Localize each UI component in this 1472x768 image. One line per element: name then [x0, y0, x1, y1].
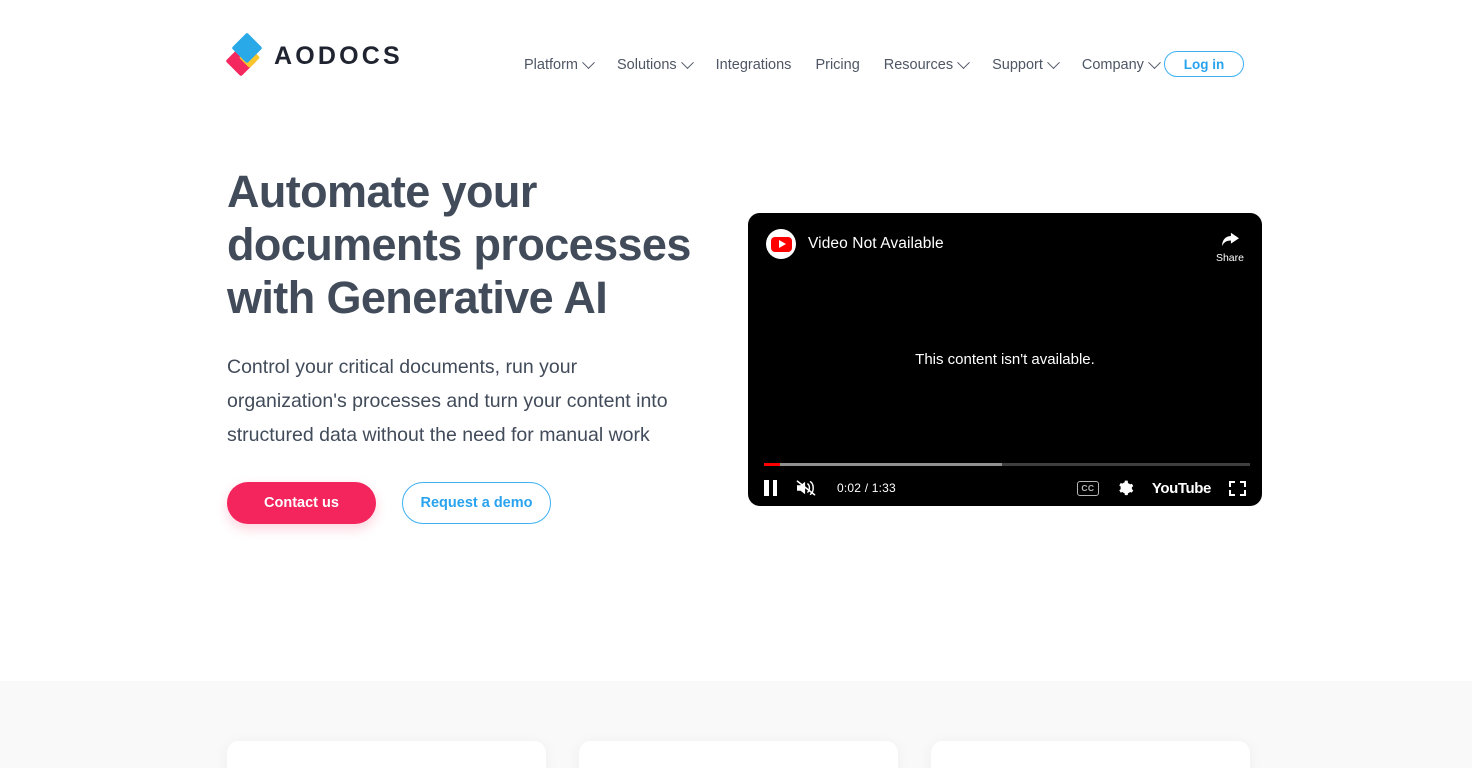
nav-item-support[interactable]: Support: [980, 52, 1070, 78]
hero-section: Automate your documents processes with G…: [0, 112, 1472, 681]
youtube-wordmark[interactable]: YouTube: [1152, 480, 1212, 497]
pause-icon: [764, 480, 777, 496]
request-a-demo-button[interactable]: Request a demo: [402, 482, 551, 524]
nav-item-platform[interactable]: Platform: [512, 52, 605, 78]
chevron-down-icon: [1148, 55, 1161, 69]
video-controls-right: CC YouTube: [1076, 480, 1246, 497]
progress-played: [764, 463, 780, 466]
nav-item-pricing[interactable]: Pricing: [803, 52, 871, 78]
features-section: [0, 681, 1472, 768]
video-time-display: 0:02 / 1:33: [837, 481, 896, 495]
pause-button[interactable]: [764, 480, 777, 496]
fullscreen-icon: [1229, 480, 1246, 496]
nav-item-solutions[interactable]: Solutions: [605, 52, 704, 78]
main-navigation: Platform Solutions Integrations Pricing …: [512, 52, 1171, 78]
progress-buffered: [764, 463, 1003, 466]
hero-cta-group: Contact us Request a demo: [227, 482, 697, 524]
mute-button[interactable]: [795, 479, 817, 497]
feature-card[interactable]: [227, 741, 546, 768]
nav-item-label: Pricing: [815, 57, 860, 73]
settings-button[interactable]: [1117, 480, 1134, 497]
feature-card[interactable]: [579, 741, 898, 768]
captions-button[interactable]: CC: [1076, 480, 1099, 496]
nav-item-label: Support: [992, 57, 1043, 73]
brand-logo-link[interactable]: AODOCS: [225, 32, 403, 77]
hero-subtitle: Control your critical documents, run you…: [227, 356, 668, 446]
volume-muted-icon: [796, 480, 816, 496]
brand-wordmark: AODOCS: [274, 41, 403, 70]
site-header: AODOCS Platform Solutions Integrations P…: [0, 0, 1472, 112]
aodocs-logo-icon: [225, 32, 267, 77]
nav-item-integrations[interactable]: Integrations: [704, 52, 804, 78]
video-controls-left: 0:02 / 1:33: [764, 479, 896, 497]
nav-item-label: Solutions: [617, 57, 677, 73]
chevron-down-icon: [1047, 55, 1060, 69]
nav-item-resources[interactable]: Resources: [872, 52, 980, 78]
page-root: AODOCS Platform Solutions Integrations P…: [0, 0, 1472, 768]
login-button[interactable]: Log in: [1164, 51, 1244, 77]
chevron-down-icon: [957, 55, 970, 69]
video-controls-bar: 0:02 / 1:33 CC YouTube: [748, 454, 1262, 506]
feature-card[interactable]: [931, 741, 1250, 768]
contact-us-button[interactable]: Contact us: [227, 482, 376, 524]
video-controls-row: 0:02 / 1:33 CC YouTube: [748, 472, 1262, 504]
nav-item-label: Integrations: [715, 57, 792, 73]
chevron-down-icon: [680, 55, 694, 69]
fullscreen-button[interactable]: [1229, 480, 1246, 496]
hero-title: Automate your documents processes with G…: [227, 166, 691, 323]
youtube-video-player[interactable]: Video Not Available Share This content i…: [748, 213, 1262, 506]
feature-cards-row: [227, 741, 1250, 768]
nav-item-label: Company: [1081, 57, 1144, 73]
video-progress-bar[interactable]: [764, 463, 1250, 466]
nav-item-label: Resources: [883, 57, 954, 73]
hero-copy: Automate your documents processes with G…: [227, 165, 697, 524]
nav-item-label: Platform: [524, 57, 578, 73]
nav-item-company[interactable]: Company: [1070, 52, 1171, 78]
chevron-down-icon: [582, 55, 595, 69]
gear-icon: [1119, 480, 1134, 495]
